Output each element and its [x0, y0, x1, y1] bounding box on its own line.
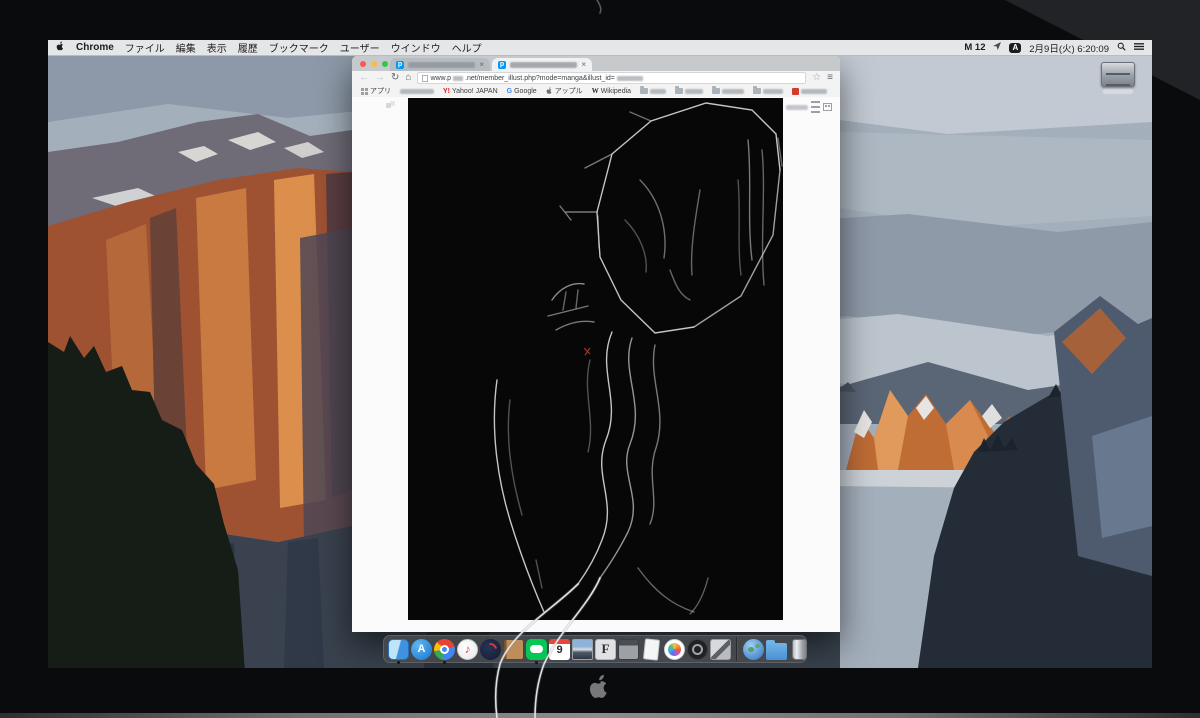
- menu-history[interactable]: 履歴: [238, 40, 258, 55]
- desk-edge-highlight: [0, 713, 1200, 718]
- red-site-icon: [792, 88, 799, 95]
- apple-menu-icon[interactable]: [56, 41, 65, 55]
- folder-icon: [675, 88, 683, 94]
- image-tool-app-icon[interactable]: [710, 639, 731, 660]
- tab-title-redacted: [510, 62, 577, 68]
- manga-illustration-image[interactable]: [408, 98, 783, 620]
- list-view-icon[interactable]: [811, 101, 820, 113]
- location-arrow-icon[interactable]: [993, 42, 1001, 53]
- back-icon[interactable]: ←: [359, 73, 369, 83]
- reload-icon[interactable]: ↻: [391, 73, 399, 83]
- bookmark-apple[interactable]: アップル: [546, 86, 583, 96]
- photos-app-icon[interactable]: [664, 639, 685, 660]
- page-nav-widget-icon[interactable]: [386, 101, 396, 109]
- bookmark-yahoo-japan[interactable]: Y! Yahoo! JAPAN: [443, 88, 498, 95]
- bookmark-google[interactable]: G Google: [507, 88, 537, 95]
- spotlight-search-icon[interactable]: [1117, 42, 1126, 54]
- active-app-name[interactable]: Chrome: [76, 42, 114, 53]
- wikipedia-icon: W: [592, 87, 599, 95]
- notes-app-icon[interactable]: [618, 639, 639, 660]
- apps-label: アプリ: [370, 86, 391, 96]
- menu-users[interactable]: ユーザー: [340, 40, 380, 55]
- bookmark-folder-redacted[interactable]: [675, 88, 703, 94]
- dark-circle-app-icon[interactable]: [480, 639, 501, 660]
- chrome-icon[interactable]: [434, 639, 455, 660]
- menu-bar-clock[interactable]: 2月9日(火) 6:20:09: [1029, 41, 1109, 55]
- document-icon[interactable]: [641, 639, 662, 660]
- pixiv-favicon: p: [498, 61, 506, 69]
- dark-dial-app-icon[interactable]: [687, 639, 708, 660]
- notification-center-icon[interactable]: [1134, 42, 1144, 54]
- tab-close-icon[interactable]: ×: [479, 61, 484, 69]
- folder-icon: [753, 88, 761, 94]
- hard-drive-icon: [1101, 62, 1135, 87]
- chrome-window: p × p × ← → ↻ ⌂ www.: [352, 56, 840, 632]
- globe-stack-icon[interactable]: [743, 639, 764, 660]
- apple-bookmark-icon: [546, 87, 553, 95]
- imac-display: Chrome ファイル 編集 表示 履歴 ブックマーク ユーザー ウインドウ ヘ…: [48, 40, 1152, 668]
- close-window-button[interactable]: [360, 61, 366, 67]
- home-icon[interactable]: ⌂: [405, 73, 411, 83]
- trash-icon[interactable]: [789, 639, 810, 660]
- zoom-window-button[interactable]: [382, 61, 388, 67]
- bookmark-folder-redacted[interactable]: [712, 88, 744, 94]
- bookmark-folder-redacted[interactable]: [640, 88, 666, 94]
- menu-file[interactable]: ファイル: [125, 40, 165, 55]
- menu-bookmarks[interactable]: ブックマーク: [269, 40, 329, 55]
- menu-edit[interactable]: 編集: [176, 40, 196, 55]
- tab-1[interactable]: p ×: [390, 58, 490, 71]
- url-text-start: www.p: [430, 75, 451, 82]
- browser-toolbar: ← → ↻ ⌂ www.p .net/member_illust.php?mod…: [352, 71, 840, 85]
- bookmark-folder-redacted[interactable]: [753, 88, 783, 94]
- pixiv-favicon: p: [396, 61, 404, 69]
- yahoo-icon: Y!: [443, 88, 450, 95]
- bookmark-red-redacted[interactable]: [792, 88, 827, 95]
- minimize-window-button[interactable]: [371, 61, 377, 67]
- sketch-lines: [408, 98, 783, 620]
- menu-bar: Chrome ファイル 編集 表示 履歴 ブックマーク ユーザー ウインドウ ヘ…: [48, 40, 1152, 56]
- itunes-icon[interactable]: ♪: [457, 639, 478, 660]
- folder-icon: [640, 88, 648, 94]
- page-icon: [422, 75, 428, 82]
- page-count-redacted: [786, 105, 808, 110]
- line-app-icon[interactable]: [526, 639, 547, 660]
- menu-help[interactable]: ヘルプ: [452, 40, 482, 55]
- tab-title-redacted: [408, 62, 475, 68]
- tab-2-active[interactable]: p ×: [492, 58, 592, 71]
- imac-bezel-apple-logo: [588, 674, 612, 707]
- finder-icon[interactable]: [388, 639, 409, 660]
- app-store-icon[interactable]: A: [411, 639, 432, 660]
- chrome-menu-icon[interactable]: ≡: [827, 73, 833, 83]
- bookmark-star-icon[interactable]: ☆: [812, 73, 821, 83]
- google-icon: G: [507, 88, 512, 95]
- desktop-drive-icon[interactable]: [1098, 62, 1138, 94]
- url-text-mid: .net/member_illust.php?mode=manga&illust…: [465, 75, 615, 82]
- forward-icon[interactable]: →: [375, 73, 385, 83]
- photo-of-imac-screen: Chrome ファイル 編集 表示 履歴 ブックマーク ユーザー ウインドウ ヘ…: [0, 0, 1200, 718]
- status-indicator[interactable]: M 12: [964, 42, 985, 53]
- bookmark-wikipedia[interactable]: W Wikipedia: [592, 87, 631, 95]
- tab-close-icon[interactable]: ×: [581, 61, 586, 69]
- tab-strip: p × p ×: [352, 56, 840, 71]
- url-redacted-id: [617, 76, 643, 81]
- folder-icon: [712, 88, 720, 94]
- font-book-icon[interactable]: F: [595, 639, 616, 660]
- apps-grid-icon: [361, 88, 368, 95]
- dock: A ♪: [383, 635, 807, 663]
- input-source-badge[interactable]: A: [1009, 43, 1021, 53]
- bookmark-apps[interactable]: アプリ: [361, 86, 391, 96]
- photo-thumbnail-icon[interactable]: [572, 639, 593, 660]
- page-content: [352, 97, 840, 632]
- menu-window[interactable]: ウインドウ: [391, 40, 441, 55]
- calendar-icon[interactable]: 9: [549, 639, 570, 660]
- dock-separator: [736, 637, 738, 661]
- address-bar[interactable]: www.p .net/member_illust.php?mode=manga&…: [417, 72, 806, 84]
- notebook-app-icon[interactable]: [503, 639, 524, 660]
- downloads-folder-icon[interactable]: [766, 639, 787, 660]
- drive-label-redacted: [1103, 89, 1133, 94]
- bookmark-redacted[interactable]: [400, 89, 434, 94]
- thumbnail-view-icon[interactable]: [823, 103, 832, 111]
- url-redacted-domain: [453, 76, 463, 81]
- menu-view[interactable]: 表示: [207, 40, 227, 55]
